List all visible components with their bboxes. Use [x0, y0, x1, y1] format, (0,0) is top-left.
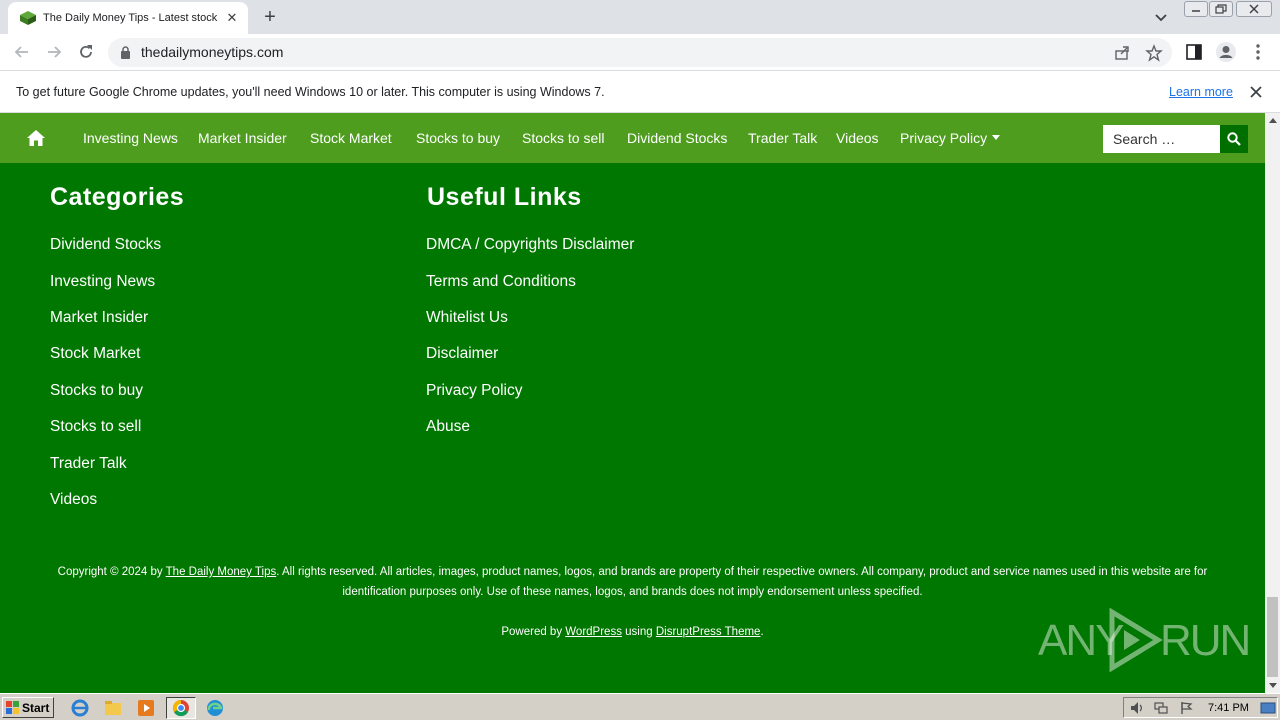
category-link[interactable]: Videos: [50, 490, 97, 510]
powered-prefix: Powered by: [501, 626, 566, 638]
useful-link[interactable]: Disclaimer: [426, 344, 498, 364]
window-close-button[interactable]: [1236, 1, 1272, 17]
edge-icon[interactable]: [203, 697, 227, 719]
windows-logo-icon: [6, 701, 19, 714]
category-link[interactable]: Market Insider: [50, 308, 148, 328]
scroll-up-arrow-icon[interactable]: [1269, 118, 1277, 123]
address-bar[interactable]: thedailymoneytips.com: [108, 38, 1172, 67]
useful-link[interactable]: Terms and Conditions: [426, 272, 576, 292]
system-tray: 7:41 PM: [1123, 697, 1278, 718]
show-desktop-icon[interactable]: [1260, 701, 1276, 715]
copyright-rest: . All rights reserved. All articles, ima…: [276, 566, 1208, 598]
learn-more-link[interactable]: Learn more: [1169, 84, 1233, 100]
useful-link[interactable]: DMCA / Copyrights Disclaimer: [426, 235, 634, 255]
start-button[interactable]: Start: [2, 697, 54, 718]
nav-stocks-to-buy[interactable]: Stocks to buy: [416, 130, 500, 147]
share-icon[interactable]: [1113, 44, 1131, 62]
useful-links-heading: Useful Links: [427, 183, 582, 211]
watermark-run: RUN: [1160, 616, 1251, 665]
tab-close-icon[interactable]: ✕: [224, 10, 240, 26]
useful-link[interactable]: Abuse: [426, 417, 470, 437]
category-link[interactable]: Dividend Stocks: [50, 235, 161, 255]
browser-tab[interactable]: The Daily Money Tips - Latest stock mark…: [8, 2, 248, 34]
forward-arrow-icon[interactable]: [44, 42, 64, 62]
more-menu-icon[interactable]: [1248, 42, 1268, 62]
site-search-button[interactable]: [1220, 125, 1248, 153]
profile-avatar-icon[interactable]: [1215, 41, 1237, 63]
scroll-down-arrow-icon[interactable]: [1269, 683, 1277, 688]
nav-privacy-policy[interactable]: Privacy Policy: [900, 130, 987, 147]
anyrun-watermark: ANY RUN: [1038, 608, 1251, 672]
wordpress-link[interactable]: WordPress: [565, 626, 622, 638]
useful-link[interactable]: Privacy Policy: [426, 381, 522, 401]
windows-taskbar: Start 7:41 PM: [0, 693, 1280, 720]
web-page: Investing News Market Insider Stock Mark…: [0, 113, 1265, 693]
tab-strip: The Daily Money Tips - Latest stock mark…: [0, 0, 1280, 34]
scrollbar-thumb[interactable]: [1267, 597, 1278, 677]
url-text[interactable]: thedailymoneytips.com: [141, 44, 283, 61]
category-link[interactable]: Trader Talk: [50, 454, 127, 474]
new-tab-button[interactable]: +: [259, 6, 281, 28]
category-link[interactable]: Stocks to buy: [50, 381, 143, 401]
home-icon[interactable]: [26, 129, 46, 147]
category-link[interactable]: Stock Market: [50, 344, 140, 364]
infobar-close-icon[interactable]: [1247, 83, 1265, 101]
useful-link[interactable]: Whitelist Us: [426, 308, 508, 328]
category-link[interactable]: Stocks to sell: [50, 417, 141, 437]
nav-stocks-to-sell[interactable]: Stocks to sell: [522, 130, 604, 147]
page-scrollbar[interactable]: [1265, 113, 1280, 693]
nav-videos[interactable]: Videos: [836, 130, 879, 147]
chrome-taskbar-button[interactable]: [166, 697, 196, 719]
browser-toolbar: thedailymoneytips.com: [0, 34, 1280, 71]
update-infobar: To get future Google Chrome updates, you…: [0, 72, 1280, 113]
nav-investing-news[interactable]: Investing News: [83, 130, 178, 147]
search-icon: [1227, 132, 1241, 146]
powered-period: .: [760, 626, 764, 638]
network-icon[interactable]: [1154, 701, 1168, 715]
chrome-icon: [172, 699, 189, 717]
taskbar-clock[interactable]: 7:41 PM: [1208, 701, 1249, 715]
powered-using: using: [621, 626, 656, 638]
nav-trader-talk[interactable]: Trader Talk: [748, 130, 817, 147]
back-arrow-icon[interactable]: [12, 42, 32, 62]
volume-icon[interactable]: [1130, 701, 1144, 715]
nav-stock-market[interactable]: Stock Market: [310, 130, 392, 147]
window-restore-button[interactable]: [1209, 1, 1233, 17]
tab-title: The Daily Money Tips - Latest stock mark…: [43, 12, 221, 24]
category-link[interactable]: Investing News: [50, 272, 155, 292]
copyright-prefix: Copyright © 2024 by: [57, 566, 166, 578]
site-search-box[interactable]: [1103, 125, 1220, 153]
infobar-message: To get future Google Chrome updates, you…: [16, 85, 605, 99]
dropdown-caret-icon[interactable]: [992, 135, 1000, 140]
reload-icon[interactable]: [76, 42, 96, 62]
categories-heading: Categories: [50, 183, 185, 211]
side-panel-icon[interactable]: [1184, 42, 1204, 62]
site-favicon-icon: [20, 11, 36, 25]
file-explorer-icon[interactable]: [101, 697, 125, 719]
lock-icon[interactable]: [120, 46, 131, 59]
theme-link[interactable]: DisruptPress Theme: [656, 626, 761, 638]
start-label: Start: [22, 701, 50, 715]
action-center-flag-icon[interactable]: [1179, 701, 1193, 715]
copyright-text: Copyright © 2024 by The Daily Money Tips…: [40, 562, 1225, 602]
site-name-link[interactable]: The Daily Money Tips: [166, 566, 277, 578]
site-search-input[interactable]: [1103, 125, 1220, 153]
play-logo-icon: [1109, 608, 1163, 672]
nav-dividend-stocks[interactable]: Dividend Stocks: [627, 130, 727, 147]
nav-market-insider[interactable]: Market Insider: [198, 130, 287, 147]
window-minimize-button[interactable]: [1184, 1, 1208, 17]
site-navbar: Investing News Market Insider Stock Mark…: [0, 113, 1265, 163]
bookmark-star-icon[interactable]: [1145, 44, 1163, 62]
tab-search-chevron-icon[interactable]: [1152, 8, 1170, 26]
media-player-icon[interactable]: [134, 697, 158, 719]
internet-explorer-icon[interactable]: [68, 697, 92, 719]
